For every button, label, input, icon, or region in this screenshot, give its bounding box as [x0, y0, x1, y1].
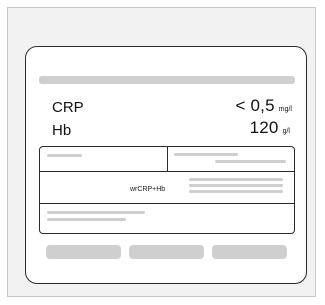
table-divider-top	[40, 171, 294, 172]
action-button-3[interactable]	[212, 245, 287, 259]
cell-placeholder-mid-3	[189, 190, 283, 193]
hb-value-group: 120 g/l	[250, 119, 290, 136]
cell-placeholder-top-right-1	[174, 153, 238, 156]
table-divider-bottom	[40, 203, 294, 204]
crp-value: < 0,5	[235, 96, 275, 115]
details-table: wrCRP+Hb	[39, 146, 295, 234]
cell-placeholder-bottom-1	[47, 211, 145, 214]
action-button-1[interactable]	[46, 245, 121, 259]
result-card: CRP < 0,5 mg/l Hb 120 g/l wrCRP+Hb	[25, 46, 307, 284]
crp-value-group: < 0,5 mg/l	[235, 97, 292, 114]
cell-placeholder-bottom-2	[47, 218, 126, 221]
cell-placeholder-top-left	[47, 154, 82, 157]
cell-placeholder-mid-1	[189, 178, 283, 181]
crp-label: CRP	[52, 99, 84, 116]
table-column-divider	[167, 147, 168, 171]
cell-placeholder-top-right-2	[215, 160, 286, 163]
card-header-placeholder	[39, 76, 295, 84]
action-button-2[interactable]	[129, 245, 204, 259]
hb-value: 120	[249, 118, 279, 137]
hb-unit: g/l	[282, 128, 290, 135]
crp-unit: mg/l	[278, 106, 292, 113]
cell-placeholder-mid-2	[189, 184, 283, 187]
hb-label: Hb	[52, 122, 72, 139]
combined-test-label: wrCRP+Hb	[130, 186, 166, 193]
